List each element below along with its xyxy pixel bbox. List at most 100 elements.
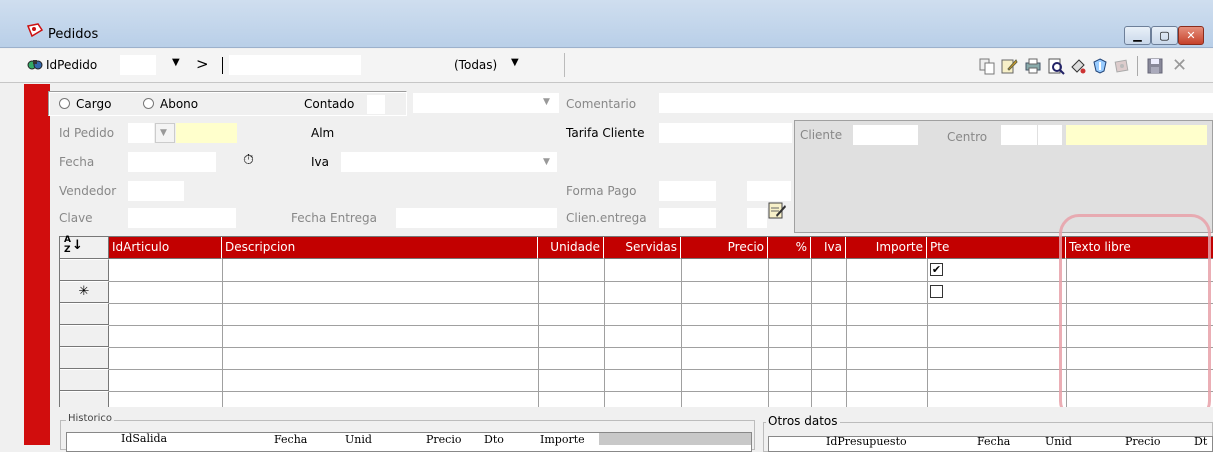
- row-selector[interactable]: [60, 369, 109, 391]
- cliente-input[interactable]: [853, 125, 918, 145]
- row-selector[interactable]: [60, 303, 109, 325]
- historico-col-dto[interactable]: Dto: [484, 433, 504, 446]
- row-selector[interactable]: [60, 391, 109, 408]
- grid-line: [109, 303, 1213, 304]
- pte-checkbox[interactable]: ✔: [930, 263, 943, 276]
- historico-legend: Historico: [66, 413, 115, 424]
- grid-line: [109, 281, 1213, 282]
- clien-entrega-code-input[interactable]: [747, 208, 767, 228]
- col-header-percent[interactable]: %: [768, 237, 811, 259]
- historico-col-precio[interactable]: Precio: [426, 433, 461, 446]
- abono-label: Abono: [160, 97, 199, 111]
- sort-az-top: A: [64, 235, 71, 245]
- search-field-combo[interactable]: [120, 55, 156, 75]
- otros-datos-legend: Otros datos: [766, 414, 840, 428]
- money-icon[interactable]: [1113, 57, 1131, 75]
- forma-pago-label: Forma Pago: [566, 184, 637, 198]
- abono-radio[interactable]: [143, 98, 154, 109]
- col-header-idarticulo[interactable]: IdArticulo: [109, 237, 222, 259]
- row-selector[interactable]: [60, 347, 109, 369]
- new-row-selector[interactable]: ✳: [60, 281, 109, 303]
- col-header-iva[interactable]: Iva: [811, 237, 846, 259]
- alm-label: Alm: [311, 126, 335, 140]
- id-pedido-input[interactable]: [176, 123, 237, 143]
- historico-col-unid[interactable]: Unid: [345, 433, 372, 446]
- otros-col-dt[interactable]: Dt: [1194, 435, 1207, 448]
- record-selector-strip: [24, 84, 50, 445]
- historico-header-filler: [599, 433, 751, 445]
- app-icon: [26, 23, 44, 38]
- otros-col-fecha[interactable]: Fecha: [977, 435, 1010, 448]
- minimize-icon: ▁: [1133, 29, 1142, 42]
- vendedor-input[interactable]: [128, 181, 184, 201]
- minimize-button[interactable]: ▁: [1124, 26, 1151, 45]
- chevron-down-icon[interactable]: ▼: [511, 57, 519, 68]
- edit-note-icon[interactable]: [1000, 57, 1018, 75]
- otros-col-precio[interactable]: Precio: [1125, 435, 1160, 448]
- id-pedido-label: Id Pedido: [59, 126, 115, 140]
- fecha-entrega-label: Fecha Entrega: [291, 211, 377, 225]
- chevron-down-icon[interactable]: ▼: [543, 97, 550, 107]
- clave-input[interactable]: [128, 208, 236, 228]
- binoculars-icon[interactable]: [27, 56, 43, 72]
- clock-icon[interactable]: ⏱: [243, 152, 254, 168]
- search-field-label: IdPedido: [46, 58, 98, 72]
- serie-field[interactable]: [128, 123, 154, 143]
- centro-code-input[interactable]: [1038, 125, 1062, 145]
- forma-pago-desc-input[interactable]: [747, 181, 791, 201]
- toolbar-divider: [564, 53, 565, 77]
- fecha-label: Fecha: [59, 155, 95, 169]
- otros-col-idpresupuesto[interactable]: IdPresupuesto: [826, 435, 907, 448]
- text-cursor: [222, 57, 223, 74]
- next-button[interactable]: >: [196, 55, 209, 73]
- grid-line: [109, 347, 1213, 348]
- col-header-descripcion[interactable]: Descripcion: [222, 237, 538, 259]
- historico-col-idsalida[interactable]: IdSalida: [121, 432, 167, 445]
- centro-input[interactable]: [1001, 125, 1037, 145]
- fecha-entrega-input[interactable]: [396, 208, 557, 228]
- shield-icon[interactable]: [1091, 57, 1109, 75]
- chevron-down-icon[interactable]: ▼: [543, 157, 550, 167]
- col-header-pte[interactable]: Pte: [927, 237, 1066, 259]
- historico-col-importe[interactable]: Importe: [540, 433, 585, 446]
- comentario-label: Comentario: [566, 97, 637, 111]
- search-input[interactable]: [229, 55, 361, 75]
- print-icon[interactable]: [1024, 57, 1042, 75]
- filter-combo[interactable]: (Todas): [454, 58, 497, 72]
- clien-entrega-input[interactable]: [659, 208, 716, 228]
- row-selector[interactable]: [60, 259, 109, 281]
- edit-notes-icon[interactable]: [767, 200, 787, 220]
- col-header-importe[interactable]: Importe: [846, 237, 927, 259]
- contado-field[interactable]: [367, 95, 385, 114]
- comentario-input[interactable]: [659, 93, 1213, 113]
- chevron-down-icon[interactable]: ▼: [172, 57, 180, 68]
- preview-icon[interactable]: [1047, 57, 1065, 75]
- grid-line: [109, 369, 1213, 370]
- maximize-button[interactable]: ▢: [1151, 26, 1178, 45]
- centro-name-input[interactable]: [1066, 125, 1207, 145]
- fecha-input[interactable]: [128, 152, 216, 172]
- paint-icon[interactable]: [1069, 57, 1087, 75]
- forma-pago-input[interactable]: [659, 181, 716, 201]
- toolbar-divider: [1137, 56, 1138, 76]
- chevron-down-icon[interactable]: ▼: [160, 128, 167, 138]
- sort-az-bottom: Z: [64, 245, 71, 255]
- grid-line: [109, 391, 1213, 392]
- tarifa-cliente-input[interactable]: [659, 123, 792, 143]
- historico-col-fecha[interactable]: Fecha: [274, 433, 307, 446]
- comentario-combo[interactable]: [413, 93, 559, 113]
- cancel-icon[interactable]: ✕: [1172, 57, 1190, 75]
- clien-entrega-label: Clien.entrega: [566, 211, 647, 225]
- iva-combo[interactable]: [341, 152, 557, 172]
- sort-button[interactable]: A Z ↓: [60, 235, 109, 259]
- pte-checkbox[interactable]: [930, 285, 943, 298]
- col-header-precio[interactable]: Precio: [681, 237, 768, 259]
- row-selector[interactable]: [60, 325, 109, 347]
- copy-icon[interactable]: [978, 57, 996, 75]
- col-header-servidas[interactable]: Servidas: [604, 237, 681, 259]
- close-button[interactable]: ✕: [1178, 26, 1204, 45]
- otros-col-unid[interactable]: Unid: [1045, 435, 1072, 448]
- cargo-radio[interactable]: [59, 98, 70, 109]
- save-icon[interactable]: [1146, 57, 1164, 75]
- col-header-unidade[interactable]: Unidade: [538, 237, 604, 259]
